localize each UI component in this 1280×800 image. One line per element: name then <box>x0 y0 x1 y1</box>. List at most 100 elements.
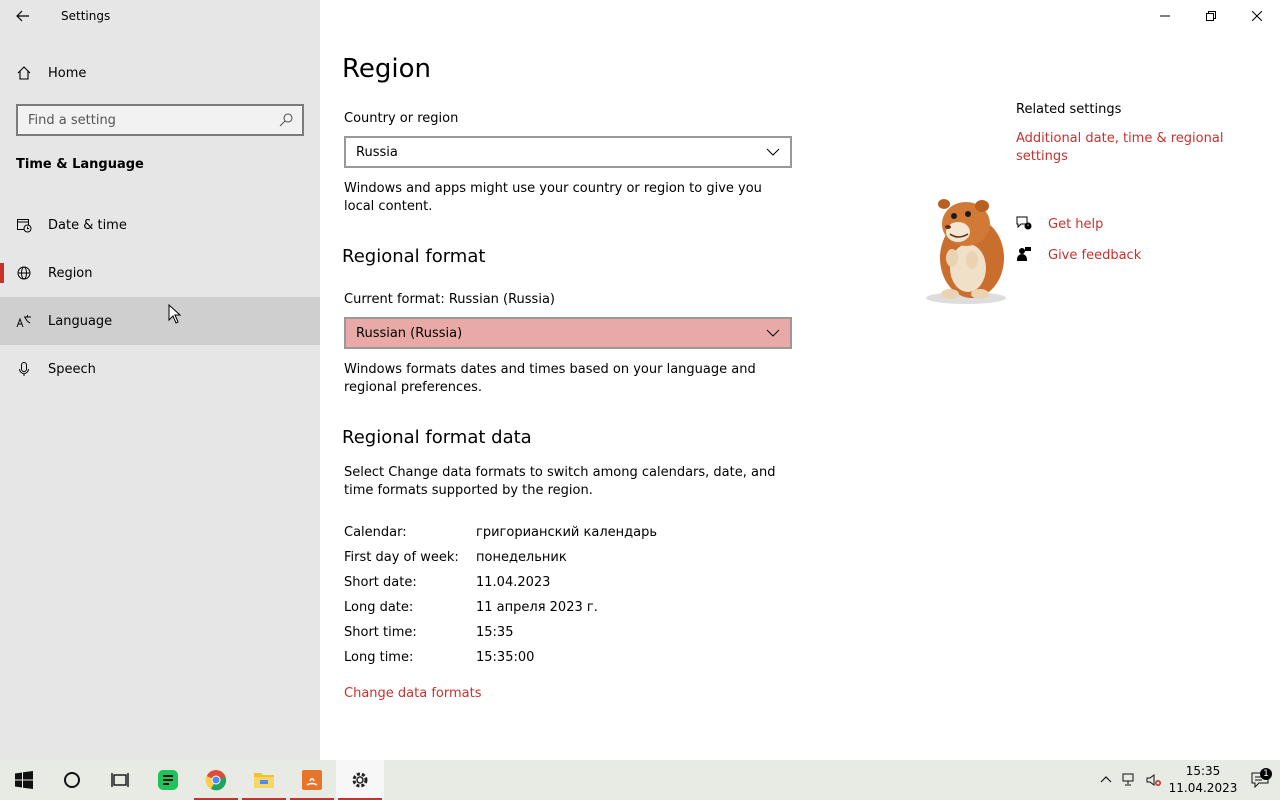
chrome-icon <box>205 770 227 791</box>
close-button[interactable] <box>1234 0 1280 32</box>
mouse-cursor-icon <box>168 304 182 324</box>
format-key: First day of week: <box>344 550 459 565</box>
clock-time: 15:35 <box>1185 764 1221 778</box>
restore-button[interactable] <box>1188 0 1234 32</box>
sidebar-item-speech[interactable]: Speech <box>0 345 320 393</box>
give-feedback-link[interactable]: Give feedback <box>1048 247 1141 265</box>
regional-format-dropdown[interactable]: Russian (Russia) <box>344 317 792 349</box>
volume-muted-icon <box>1146 774 1161 786</box>
format-row-first-day: First day of week: понедельник <box>344 550 744 570</box>
title-bar: Settings <box>0 0 320 32</box>
globe-icon <box>0 265 48 281</box>
show-hidden-icons-button[interactable] <box>1094 760 1118 800</box>
additional-settings-link[interactable]: Additional date, time & regional setting… <box>1016 130 1236 166</box>
format-row-calendar: Calendar: григорианский календарь <box>344 525 744 545</box>
format-value: григорианский календарь <box>476 525 658 540</box>
taskbar-app-notes[interactable] <box>144 760 192 800</box>
clock-date: 11.04.2023 <box>1168 781 1238 795</box>
hamster-mascot-image <box>926 199 1006 304</box>
format-value: 11.04.2023 <box>476 575 551 590</box>
taskbar-app-settings[interactable] <box>336 760 384 800</box>
regional-format-heading: Regional format <box>342 246 486 267</box>
change-data-formats-link[interactable]: Change data formats <box>344 685 481 703</box>
country-value: Russia <box>356 144 398 160</box>
folder-icon <box>254 773 274 788</box>
minimize-button[interactable] <box>1142 0 1188 32</box>
sidebar-item-region[interactable]: Region <box>0 249 320 297</box>
sidebar-item-language[interactable]: Language <box>0 297 320 345</box>
sidebar-item-label: Speech <box>48 361 96 377</box>
sidebar: Settings Home Time & Language Date & tim… <box>0 0 320 760</box>
format-value: 11 апреля 2023 г. <box>476 600 598 615</box>
format-value: понедельник <box>476 550 567 565</box>
back-button[interactable] <box>0 0 46 32</box>
sidebar-item-label: Language <box>48 313 113 329</box>
network-icon <box>1122 773 1134 786</box>
country-dropdown[interactable]: Russia <box>344 136 792 168</box>
sidebar-item-date-time[interactable]: Date & time <box>0 201 320 249</box>
format-key: Calendar: <box>344 525 407 540</box>
app-title: Settings <box>61 9 111 23</box>
format-row-short-date: Short date: 11.04.2023 <box>344 575 744 595</box>
taskbar: 15:35 11.04.2023 1 <box>0 760 1280 800</box>
notification-badge: 1 <box>1260 768 1272 780</box>
related-settings-heading: Related settings <box>1016 102 1122 117</box>
help-chat-icon <box>1016 215 1048 235</box>
action-center-button[interactable]: 1 <box>1240 768 1280 788</box>
format-key: Short date: <box>344 575 417 590</box>
taskbar-app-orange[interactable] <box>288 760 336 800</box>
sidebar-item-home[interactable]: Home <box>0 55 320 91</box>
country-label: Country or region <box>344 111 459 126</box>
volume-button[interactable] <box>1142 760 1166 800</box>
search-circle-icon <box>64 772 80 788</box>
format-data-heading: Regional format data <box>342 427 532 448</box>
search-box[interactable] <box>16 104 304 136</box>
windows-logo-icon <box>15 771 33 789</box>
sidebar-item-label: Date & time <box>48 217 127 233</box>
format-row-long-date: Long date: 11 апреля 2023 г. <box>344 600 744 620</box>
section-heading: Time & Language <box>16 157 144 172</box>
page-title: Region <box>342 54 432 84</box>
get-help-row[interactable]: Get help <box>1016 215 1103 235</box>
orange-app-icon <box>302 770 322 790</box>
back-arrow-icon <box>16 10 29 22</box>
task-view-button[interactable] <box>96 760 144 800</box>
search-icon[interactable] <box>278 112 294 128</box>
microphone-icon <box>0 361 48 377</box>
restore-icon <box>1206 11 1216 21</box>
green-chat-app-icon <box>158 770 178 790</box>
cortana-search-button[interactable] <box>48 760 96 800</box>
sidebar-item-label: Home <box>48 65 87 81</box>
language-icon <box>0 313 48 329</box>
format-data-description: Select Change data formats to switch amo… <box>344 465 776 498</box>
feedback-person-icon <box>1016 246 1048 266</box>
chevron-up-icon <box>1100 776 1112 783</box>
system-tray: 15:35 11.04.2023 1 <box>1094 760 1280 800</box>
gear-icon <box>352 772 368 788</box>
search-input[interactable] <box>28 112 278 128</box>
chevron-down-icon <box>766 329 780 337</box>
get-help-link[interactable]: Get help <box>1048 216 1103 234</box>
start-button[interactable] <box>0 760 48 800</box>
format-key: Short time: <box>344 625 417 640</box>
window-controls <box>1142 0 1280 32</box>
give-feedback-row[interactable]: Give feedback <box>1016 246 1141 266</box>
taskbar-app-chrome[interactable] <box>192 760 240 800</box>
close-icon <box>1252 11 1262 21</box>
task-view-icon <box>111 773 129 787</box>
current-format-label: Current format: Russian (Russia) <box>344 292 555 307</box>
format-key: Long time: <box>344 650 414 665</box>
clock-button[interactable]: 15:35 11.04.2023 <box>1166 763 1240 797</box>
chevron-down-icon <box>766 148 780 156</box>
taskbar-app-explorer[interactable] <box>240 760 288 800</box>
country-description: Windows and apps might use your country … <box>344 181 762 214</box>
network-button[interactable] <box>1118 760 1142 800</box>
sidebar-item-label: Region <box>48 265 93 281</box>
minimize-icon <box>1160 15 1170 17</box>
format-value: 15:35:00 <box>476 650 535 665</box>
home-icon <box>0 65 48 81</box>
format-row-short-time: Short time: 15:35 <box>344 625 744 645</box>
format-row-long-time: Long time: 15:35:00 <box>344 650 744 670</box>
format-description: Windows formats dates and times based on… <box>344 362 756 395</box>
format-value: Russian (Russia) <box>356 325 463 341</box>
